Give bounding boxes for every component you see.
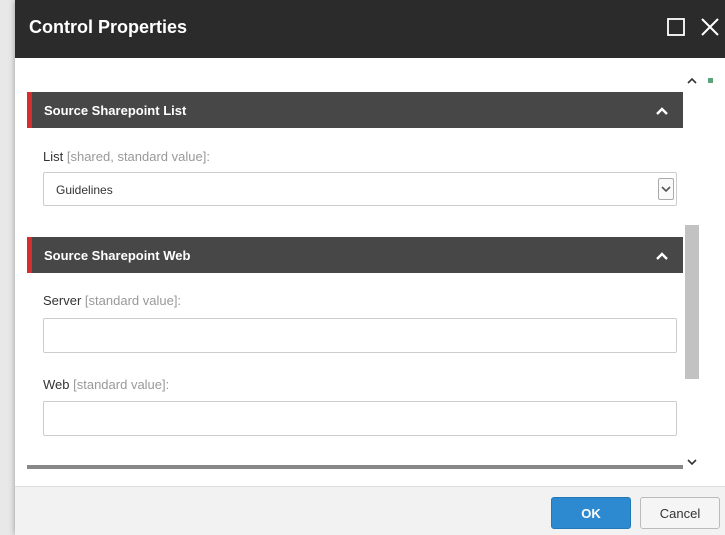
chevron-up-icon[interactable] <box>655 104 669 116</box>
section-header-source-sharepoint-web[interactable]: Source Sharepoint Web <box>27 237 683 273</box>
dialog-footer: OK Cancel <box>15 486 725 535</box>
section-divider <box>27 465 683 469</box>
web-input[interactable] <box>43 401 677 436</box>
close-icon[interactable] <box>699 16 721 38</box>
scroll-up-icon[interactable] <box>686 74 698 86</box>
title-bar: Control Properties <box>15 0 725 58</box>
server-field-label: Server [standard value]: <box>43 293 182 308</box>
status-indicator <box>708 78 713 83</box>
scroll-down-icon[interactable] <box>686 455 698 467</box>
section-title: Source Sharepoint Web <box>44 248 191 263</box>
chevron-up-icon[interactable] <box>655 249 669 261</box>
web-field-label: Web [standard value]: <box>43 377 170 392</box>
cancel-button[interactable]: Cancel <box>640 497 720 529</box>
list-field-label: List [shared, standard value]: <box>43 149 210 164</box>
scrollbar-thumb[interactable] <box>685 225 699 379</box>
maximize-icon[interactable] <box>665 16 687 38</box>
ok-button[interactable]: OK <box>551 497 631 529</box>
field-hint: [shared, standard value]: <box>66 149 210 164</box>
section-header-source-sharepoint-list[interactable]: Source Sharepoint List <box>27 92 683 128</box>
section-title: Source Sharepoint List <box>44 103 187 118</box>
chevron-down-icon[interactable] <box>658 178 674 200</box>
field-hint: [standard value]: <box>84 293 182 308</box>
field-hint: [standard value]: <box>73 377 170 392</box>
properties-content: Source Sharepoint List List [shared, sta… <box>15 58 725 486</box>
list-select-value: Guidelines <box>56 183 113 197</box>
dialog-title: Control Properties <box>29 17 188 37</box>
list-select[interactable]: Guidelines <box>43 172 677 206</box>
server-input[interactable] <box>43 318 677 353</box>
control-properties-dialog: Control Properties Source Sharepoint Lis… <box>15 0 725 535</box>
